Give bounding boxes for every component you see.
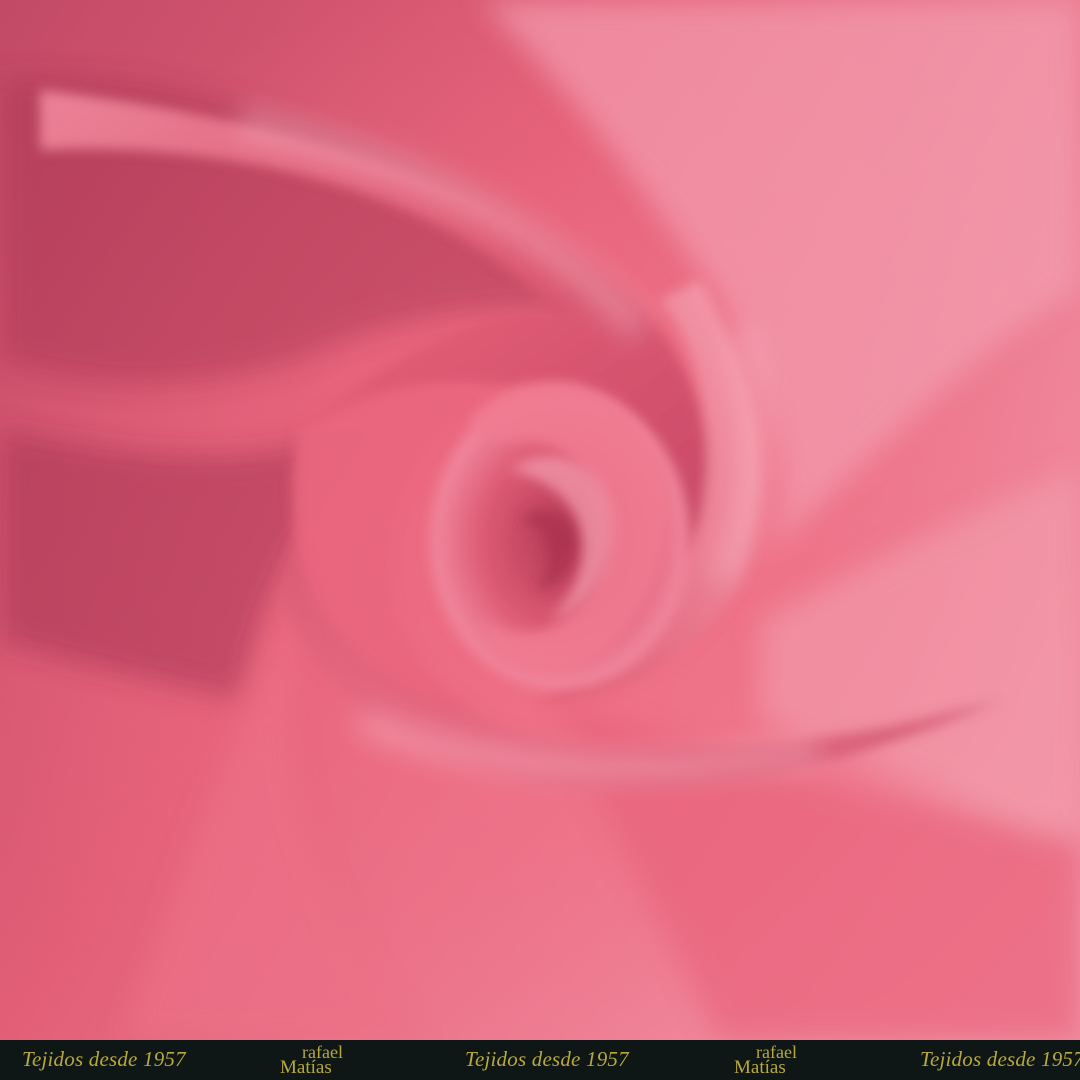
tagline-text: Tejidos desde 1957: [920, 1047, 1080, 1071]
photo-frame: Tejidos desde 1957 rafael Matías Tejidos…: [0, 0, 1080, 1080]
brand-logo: rafael Matías: [734, 1043, 834, 1077]
tagline-text: Tejidos desde 1957: [22, 1047, 186, 1071]
logo-line-2: Matías: [734, 1057, 786, 1078]
tagline-text: Tejidos desde 1957: [465, 1047, 629, 1071]
brand-banner: Tejidos desde 1957 rafael Matías Tejidos…: [0, 1040, 1080, 1080]
brand-logo: rafael Matías: [280, 1043, 380, 1077]
fabric-photo: [0, 0, 1080, 1040]
logo-line-2: Matías: [280, 1057, 332, 1078]
